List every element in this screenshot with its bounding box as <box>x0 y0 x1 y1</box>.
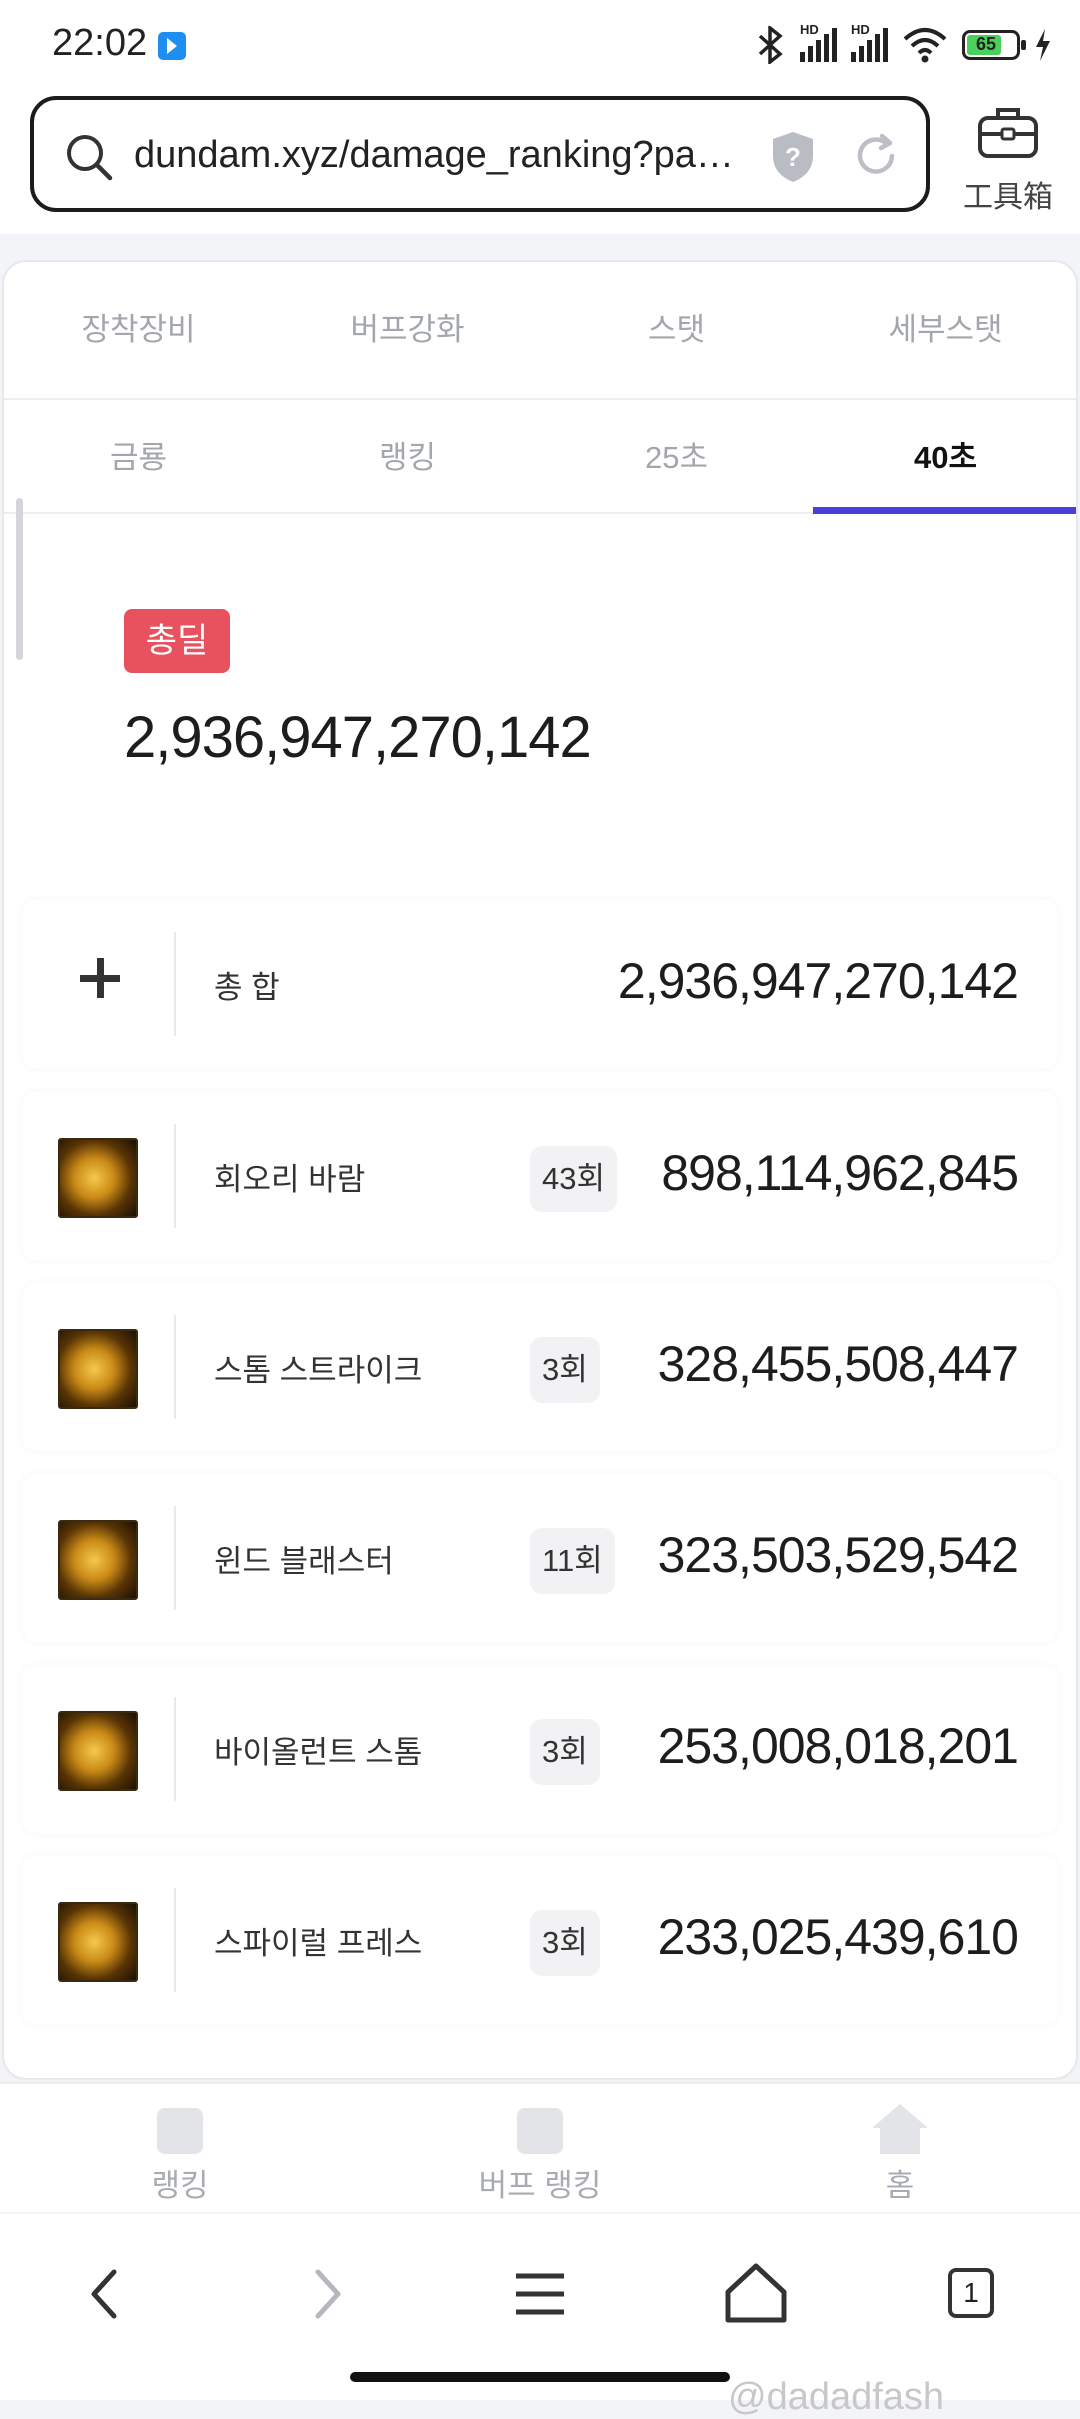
hit-count-badge: 43회 <box>530 1146 618 1212</box>
search-icon <box>67 135 113 181</box>
skill-name: 스파이럴 프레스 <box>214 1926 423 1961</box>
divider <box>174 1506 176 1610</box>
toolbox-button[interactable]: 工具箱 <box>948 100 1068 214</box>
tab-ranking[interactable]: 랭킹 <box>273 402 542 512</box>
skill-name: 윈드 블래스터 <box>214 1544 394 1579</box>
address-bar[interactable]: dundam.xyz/damage_ranking?pa… ? <box>30 96 930 212</box>
signal-icon-1: HD <box>800 22 837 62</box>
refresh-icon[interactable] <box>852 132 900 180</box>
tab-detailed-stats[interactable]: 세부스탯 <box>811 262 1076 398</box>
total-damage-badge: 총딜 <box>124 609 230 673</box>
skill-row[interactable]: 스파이럴 프레스 3회 233,025,439,610 <box>22 1856 1058 2024</box>
skill-name: 바이올런트 스톰 <box>214 1735 423 1770</box>
svg-text:?: ? <box>785 142 801 172</box>
skill-row[interactable]: 회오리 바람 43회 898,114,962,845 <box>22 1092 1058 1260</box>
storm-strike-skill-icon <box>58 1329 138 1409</box>
security-shield-icon[interactable]: ? <box>770 130 816 184</box>
skill-row[interactable]: 윈드 블래스터 11회 323,503,529,542 <box>22 1474 1058 1642</box>
home-icon <box>872 2104 928 2128</box>
home-icon[interactable] <box>716 2254 796 2334</box>
nav-ranking-label: 랭킹 <box>151 2168 209 2203</box>
tab-count: 1 <box>948 2268 994 2318</box>
secondary-tabs: 금룡 랭킹 25초 40초 <box>4 402 1076 514</box>
menu-icon[interactable] <box>500 2254 580 2334</box>
total-row-value: 2,936,947,270,142 <box>617 953 1019 1009</box>
tab-25s[interactable]: 25초 <box>542 402 811 512</box>
skill-damage: 898,114,962,845 <box>661 1145 1019 1201</box>
tabs-button[interactable]: 1 <box>930 2254 1010 2334</box>
nav-buff-ranking[interactable]: 버프 랭킹 <box>360 2084 720 2212</box>
tab-40s[interactable]: 40초 <box>811 402 1076 514</box>
violent-storm-skill-icon <box>58 1711 138 1791</box>
scrollbar[interactable] <box>16 498 23 660</box>
skill-name: 회오리 바람 <box>214 1162 366 1197</box>
hit-count-badge: 11회 <box>530 1528 615 1594</box>
hit-count-badge: 3회 <box>530 1910 600 1976</box>
skill-row[interactable]: 스톰 스트라이크 3회 328,455,508,447 <box>22 1283 1058 1451</box>
app-notification-icon <box>158 32 186 60</box>
divider <box>174 1124 176 1228</box>
tab-stats[interactable]: 스탯 <box>542 262 811 398</box>
skill-damage: 328,455,508,447 <box>657 1336 1019 1392</box>
wifi-icon <box>903 28 947 63</box>
divider <box>174 1697 176 1801</box>
nav-buff-ranking-label: 버프 랭킹 <box>478 2168 602 2203</box>
back-icon[interactable] <box>66 2254 146 2334</box>
toolbox-label: 工具箱 <box>963 181 1053 214</box>
signal-icon-2: HD <box>851 22 888 62</box>
total-row: 총 합 2,936,947,270,142 <box>22 900 1058 1068</box>
hit-count-badge: 3회 <box>530 1719 600 1785</box>
total-row-label: 총 합 <box>214 970 280 1005</box>
tab-golden-dragon[interactable]: 금룡 <box>4 402 273 512</box>
list-icon <box>517 2108 563 2154</box>
hit-count-badge: 3회 <box>530 1337 600 1403</box>
skill-damage: 253,008,018,201 <box>657 1718 1019 1774</box>
whirlwind-skill-icon <box>58 1138 138 1218</box>
divider <box>174 1315 176 1419</box>
status-bar: 22:02 HD HD 65 <box>0 0 1080 92</box>
tab-buff-enhance[interactable]: 버프강화 <box>273 262 542 398</box>
site-bottom-nav: 랭킹 버프 랭킹 홈 <box>0 2082 1080 2212</box>
bluetooth-icon <box>758 26 783 64</box>
spiral-press-skill-icon <box>58 1902 138 1982</box>
watermark: @dadadfash <box>728 2376 945 2418</box>
primary-tabs: 장착장비 버프강화 스탯 세부스탯 <box>4 262 1076 400</box>
battery-level: 65 <box>975 34 997 54</box>
wind-blaster-skill-icon <box>58 1520 138 1600</box>
plus-icon[interactable] <box>80 958 120 998</box>
nav-home[interactable]: 홈 <box>720 2084 1080 2212</box>
divider <box>174 1888 176 1992</box>
list-icon <box>157 2108 203 2154</box>
status-time: 22:02 <box>52 22 148 64</box>
skill-damage: 233,025,439,610 <box>657 1909 1019 1965</box>
toolbox-icon <box>978 108 1038 158</box>
skill-damage: 323,503,529,542 <box>657 1527 1019 1583</box>
nav-ranking[interactable]: 랭킹 <box>0 2084 360 2212</box>
skill-row[interactable]: 바이올런트 스톰 3회 253,008,018,201 <box>22 1665 1058 1833</box>
forward-icon[interactable] <box>286 2254 366 2334</box>
total-damage-value: 2,936,947,270,142 <box>124 705 592 770</box>
nav-home-label: 홈 <box>885 2168 915 2203</box>
gesture-bar[interactable] <box>350 2372 730 2382</box>
url-text[interactable]: dundam.xyz/damage_ranking?pa… <box>134 134 764 177</box>
battery-icon: 65 <box>962 30 1026 60</box>
skill-name: 스톰 스트라이크 <box>214 1353 423 1388</box>
tab-equipment[interactable]: 장착장비 <box>4 262 273 398</box>
divider <box>174 932 176 1036</box>
charging-icon <box>1036 29 1050 61</box>
